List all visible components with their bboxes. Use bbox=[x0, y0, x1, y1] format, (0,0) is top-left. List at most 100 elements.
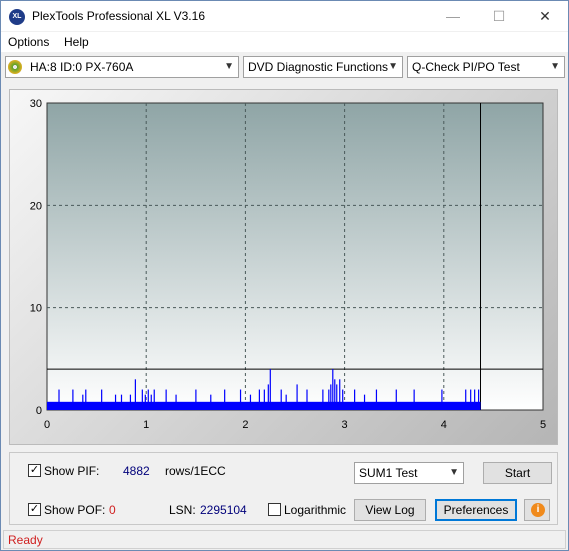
y-tick-label: 10 bbox=[30, 303, 42, 315]
pif-spike-bar bbox=[134, 379, 136, 410]
drive-select-value: HA:8 ID:0 PX-760A bbox=[30, 60, 134, 74]
pif-spike-bar bbox=[129, 394, 132, 410]
pif-spike-bar bbox=[258, 389, 260, 410]
start-button[interactable]: Start bbox=[483, 462, 552, 484]
y-tick-label: 20 bbox=[30, 200, 42, 212]
show-pif-checkbox[interactable]: ✓ bbox=[28, 464, 41, 477]
show-pof-label: Show POF: bbox=[44, 503, 106, 517]
show-pif-label: Show PIF: bbox=[44, 464, 100, 478]
pif-spike-bar bbox=[101, 389, 103, 410]
pif-spike-bar bbox=[363, 394, 366, 410]
pif-spike-bar bbox=[210, 394, 212, 410]
x-tick-label: 0 bbox=[44, 419, 50, 431]
pif-spike-bar bbox=[263, 389, 265, 410]
pif-spike-bar bbox=[249, 394, 252, 410]
info-button[interactable]: i bbox=[524, 499, 550, 521]
maximize-button[interactable]: ☐ bbox=[476, 1, 522, 31]
drive-select[interactable]: HA:8 ID:0 PX-760A ▼ bbox=[5, 56, 239, 78]
show-pof-checkbox[interactable]: ✓ bbox=[28, 503, 41, 516]
status-text: Ready bbox=[8, 533, 43, 547]
function-select-value: DVD Diagnostic Functions bbox=[248, 60, 389, 74]
y-tick-label: 30 bbox=[30, 98, 42, 110]
chevron-down-icon: ▼ bbox=[388, 61, 398, 72]
pif-spike-bar bbox=[328, 389, 330, 410]
info-icon: i bbox=[531, 503, 545, 517]
logarithmic-label: Logarithmic bbox=[284, 503, 347, 517]
pif-spike-bar bbox=[85, 389, 87, 410]
pif-spike-bar bbox=[267, 384, 269, 410]
title-bar: XL PlexTools Professional XL V3.16 — ☐ ✕ bbox=[1, 1, 568, 31]
menu-options[interactable]: Options bbox=[8, 35, 49, 49]
pi-po-chart: 0 1 2 3 4 5 0 10 20 30 bbox=[30, 98, 546, 431]
view-log-button[interactable]: View Log bbox=[354, 499, 426, 521]
checkmark-icon: ✓ bbox=[29, 503, 40, 515]
pif-spike-bar bbox=[322, 389, 324, 410]
pif-spike-bar bbox=[153, 389, 155, 410]
pif-spike-bar bbox=[330, 384, 332, 410]
pif-spike-bar bbox=[354, 389, 356, 410]
chevron-down-icon: ▼ bbox=[550, 61, 560, 72]
pif-spike-bar bbox=[114, 394, 117, 410]
preferences-button[interactable]: Preferences bbox=[435, 499, 517, 521]
x-tick-label: 2 bbox=[242, 419, 248, 431]
close-button[interactable]: ✕ bbox=[522, 1, 568, 31]
x-tick-label: 3 bbox=[342, 419, 348, 431]
app-window: XL PlexTools Professional XL V3.16 — ☐ ✕… bbox=[0, 0, 569, 551]
pif-spike-bar bbox=[144, 394, 146, 410]
pif-spike-bar bbox=[175, 394, 177, 410]
logarithmic-checkbox[interactable] bbox=[268, 503, 281, 516]
function-select[interactable]: DVD Diagnostic Functions ▼ bbox=[243, 56, 403, 78]
test-type-select[interactable]: Q-Check PI/PO Test ▼ bbox=[407, 56, 565, 78]
pif-spike-bar bbox=[342, 389, 344, 410]
pif-spike-bar bbox=[336, 384, 338, 410]
pif-spike-bar bbox=[82, 394, 84, 410]
pif-spike-bar bbox=[296, 384, 298, 410]
test-type-select-value: Q-Check PI/PO Test bbox=[412, 60, 520, 74]
checkmark-icon: ✓ bbox=[29, 464, 40, 476]
rows-label: rows/1ECC bbox=[165, 464, 226, 478]
pif-spike-bar bbox=[141, 389, 143, 410]
menu-help[interactable]: Help bbox=[64, 35, 89, 49]
pif-spike-bar bbox=[195, 389, 197, 410]
pif-spike-bar bbox=[395, 389, 397, 410]
pif-spike-bar bbox=[120, 394, 123, 410]
status-bar: Ready bbox=[3, 530, 566, 549]
app-logo-icon: XL bbox=[9, 9, 25, 25]
pif-spike-bar bbox=[58, 389, 60, 410]
pif-spike-bar bbox=[280, 389, 282, 410]
sum-test-select[interactable]: SUM1 Test ▼ bbox=[354, 462, 464, 484]
pif-spike-bar bbox=[465, 389, 467, 410]
sum-test-select-value: SUM1 Test bbox=[359, 466, 418, 480]
y-tick-label: 0 bbox=[36, 405, 42, 417]
pif-spike-bar bbox=[306, 389, 308, 410]
toolbar: HA:8 ID:0 PX-760A ▼ DVD Diagnostic Funct… bbox=[1, 54, 568, 80]
plot-area bbox=[46, 102, 544, 411]
pif-spike-bar bbox=[470, 389, 472, 410]
pif-spike-bar bbox=[478, 389, 480, 410]
pif-spike-bar bbox=[339, 379, 341, 410]
window-title: PlexTools Professional XL V3.16 bbox=[32, 9, 205, 23]
pif-spike-bar bbox=[334, 379, 336, 410]
pif-spike-bar bbox=[239, 389, 242, 410]
lsn-value: 2295104 bbox=[200, 503, 247, 517]
pif-spike-bar bbox=[441, 389, 443, 410]
menu-bar: Options Help bbox=[1, 32, 568, 52]
pif-spike-bar bbox=[147, 389, 149, 410]
disc-drive-icon bbox=[8, 60, 22, 74]
pif-spike-bar bbox=[72, 389, 74, 410]
pif-value: 4882 bbox=[123, 464, 150, 478]
controls-panel: ✓ Show PIF: 4882 rows/1ECC SUM1 Test ▼ S… bbox=[9, 452, 558, 525]
x-tick-label: 4 bbox=[441, 419, 447, 431]
pif-spike-bar bbox=[285, 394, 287, 410]
pif-spike-bar bbox=[332, 369, 334, 410]
x-tick-label: 5 bbox=[540, 419, 546, 431]
minimize-button[interactable]: — bbox=[430, 1, 476, 31]
pif-spike-bar bbox=[150, 394, 152, 410]
pof-value: 0 bbox=[109, 503, 116, 517]
pif-spike-bar bbox=[269, 369, 271, 410]
lsn-label: LSN: bbox=[169, 503, 196, 517]
chevron-down-icon: ▼ bbox=[224, 61, 234, 72]
pif-spike-bar bbox=[474, 389, 476, 410]
chart-panel: 0 1 2 3 4 5 0 10 20 30 bbox=[9, 89, 558, 445]
pif-spike-bar bbox=[165, 389, 167, 410]
